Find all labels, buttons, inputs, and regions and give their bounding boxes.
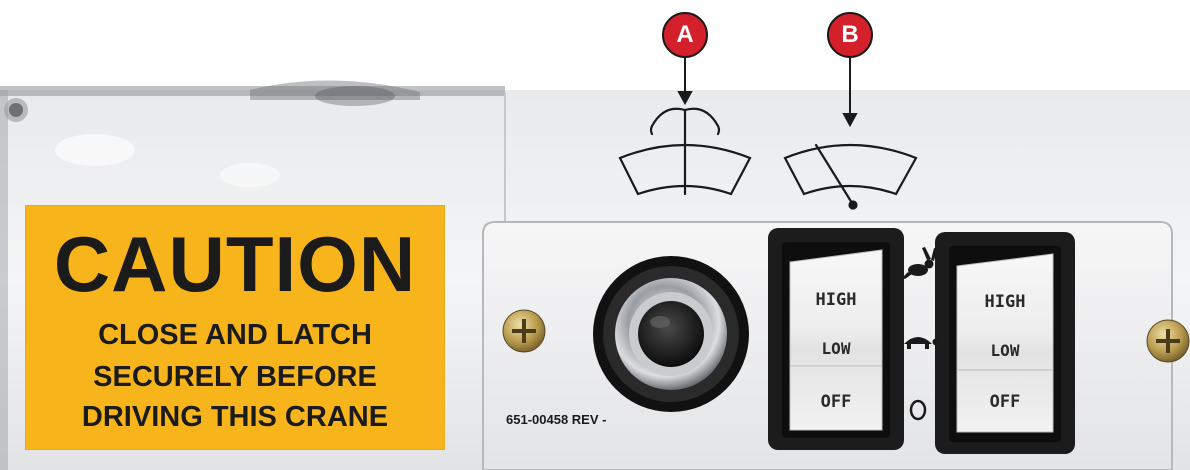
- switch-1-low-label: LOW: [821, 339, 851, 358]
- switch-1-off-label: OFF: [820, 392, 852, 412]
- switch-2-low-label: LOW: [990, 341, 1020, 360]
- switch-1-high-label: HIGH: [815, 290, 857, 310]
- switch-2-off-label: OFF: [989, 392, 1021, 412]
- caution-title: CAUTION: [53, 220, 417, 308]
- caution-label: CAUTION CLOSE AND LATCH SECURELY BEFORE …: [25, 205, 445, 450]
- rocker-switch-1[interactable]: HIGH LOW OFF: [790, 250, 882, 430]
- callout-a: A: [662, 12, 708, 58]
- caution-line-2: SECURELY BEFORE: [93, 361, 377, 393]
- part-number: 651-00458 REV -: [506, 412, 607, 427]
- caution-line-1: CLOSE AND LATCH: [98, 319, 372, 351]
- screw-right: [1146, 319, 1190, 363]
- switch-2-high-label: HIGH: [984, 292, 1026, 312]
- screw-left: [502, 309, 546, 353]
- washer-push-button: [593, 256, 749, 412]
- callout-b: B: [827, 12, 873, 58]
- callout-arrow-a: [677, 57, 693, 106]
- rocker-switch-2[interactable]: HIGH LOW OFF: [957, 254, 1053, 432]
- caution-line-3: DRIVING THIS CRANE: [81, 401, 389, 433]
